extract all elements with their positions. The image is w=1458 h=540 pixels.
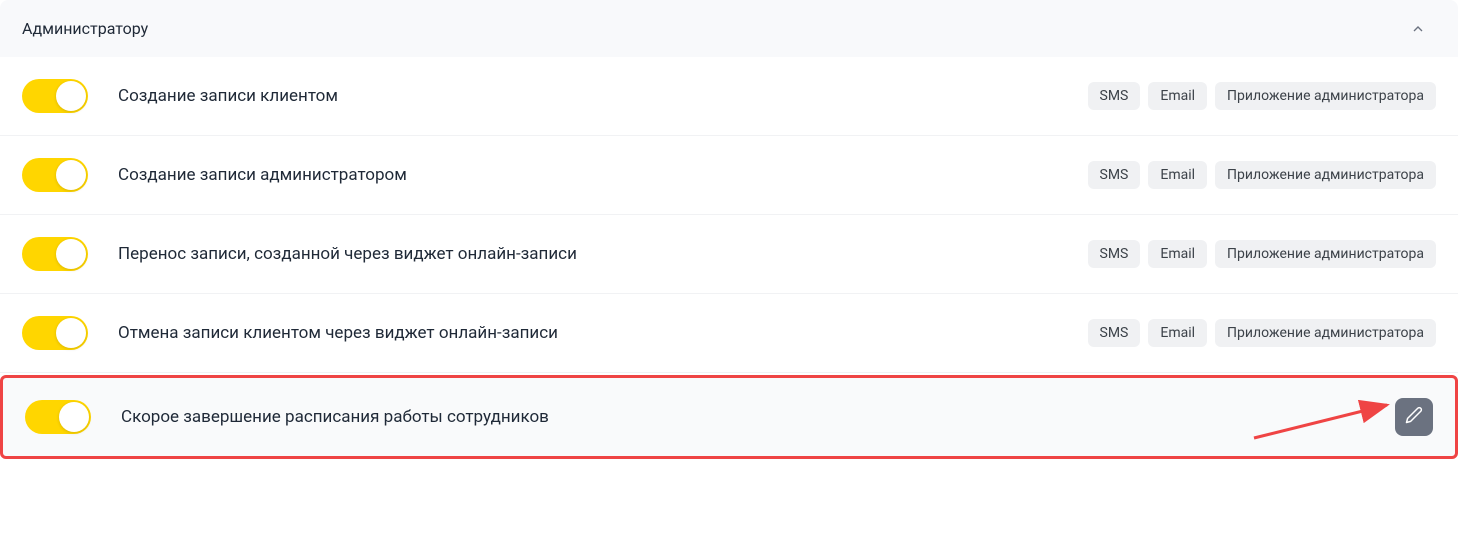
edit-button[interactable] [1395, 398, 1433, 436]
setting-row: Создание записи администратором SMS Emai… [0, 136, 1458, 215]
setting-label: Отмена записи клиентом через виджет онла… [118, 323, 1058, 343]
channel-badges: SMS Email Приложение администратора [1088, 240, 1436, 268]
channel-badges: SMS Email Приложение администратора [1088, 82, 1436, 110]
badge-email: Email [1148, 319, 1207, 347]
setting-row: Создание записи клиентом SMS Email Прило… [0, 57, 1458, 136]
admin-section: Администратору Создание записи клиентом … [0, 0, 1458, 459]
setting-row: Перенос записи, созданной через виджет о… [0, 215, 1458, 294]
toggle-switch[interactable] [22, 79, 88, 113]
badge-sms: SMS [1088, 161, 1141, 189]
badge-sms: SMS [1088, 82, 1141, 110]
setting-label: Перенос записи, созданной через виджет о… [118, 244, 1058, 264]
badge-sms: SMS [1088, 240, 1141, 268]
channel-badges: SMS Email Приложение администратора [1088, 161, 1436, 189]
setting-row-highlighted: Скорое завершение расписания работы сотр… [0, 375, 1458, 459]
setting-label: Создание записи администратором [118, 165, 1058, 185]
badge-sms: SMS [1088, 319, 1141, 347]
toggle-switch[interactable] [25, 400, 91, 434]
toggle-switch[interactable] [22, 158, 88, 192]
badge-email: Email [1148, 240, 1207, 268]
setting-label: Скорое завершение расписания работы сотр… [121, 407, 1365, 427]
badge-admin-app: Приложение администратора [1215, 161, 1436, 189]
setting-label: Создание записи клиентом [118, 86, 1058, 106]
badge-admin-app: Приложение администратора [1215, 82, 1436, 110]
badge-admin-app: Приложение администратора [1215, 240, 1436, 268]
badge-email: Email [1148, 82, 1207, 110]
chevron-up-icon [1410, 21, 1426, 37]
channel-badges: SMS Email Приложение администратора [1088, 319, 1436, 347]
badge-admin-app: Приложение администратора [1215, 319, 1436, 347]
setting-row: Отмена записи клиентом через виджет онла… [0, 294, 1458, 373]
toggle-switch[interactable] [22, 316, 88, 350]
section-header[interactable]: Администратору [0, 0, 1458, 57]
pencil-icon [1405, 406, 1423, 428]
toggle-switch[interactable] [22, 237, 88, 271]
section-title: Администратору [22, 19, 148, 38]
badge-email: Email [1148, 161, 1207, 189]
